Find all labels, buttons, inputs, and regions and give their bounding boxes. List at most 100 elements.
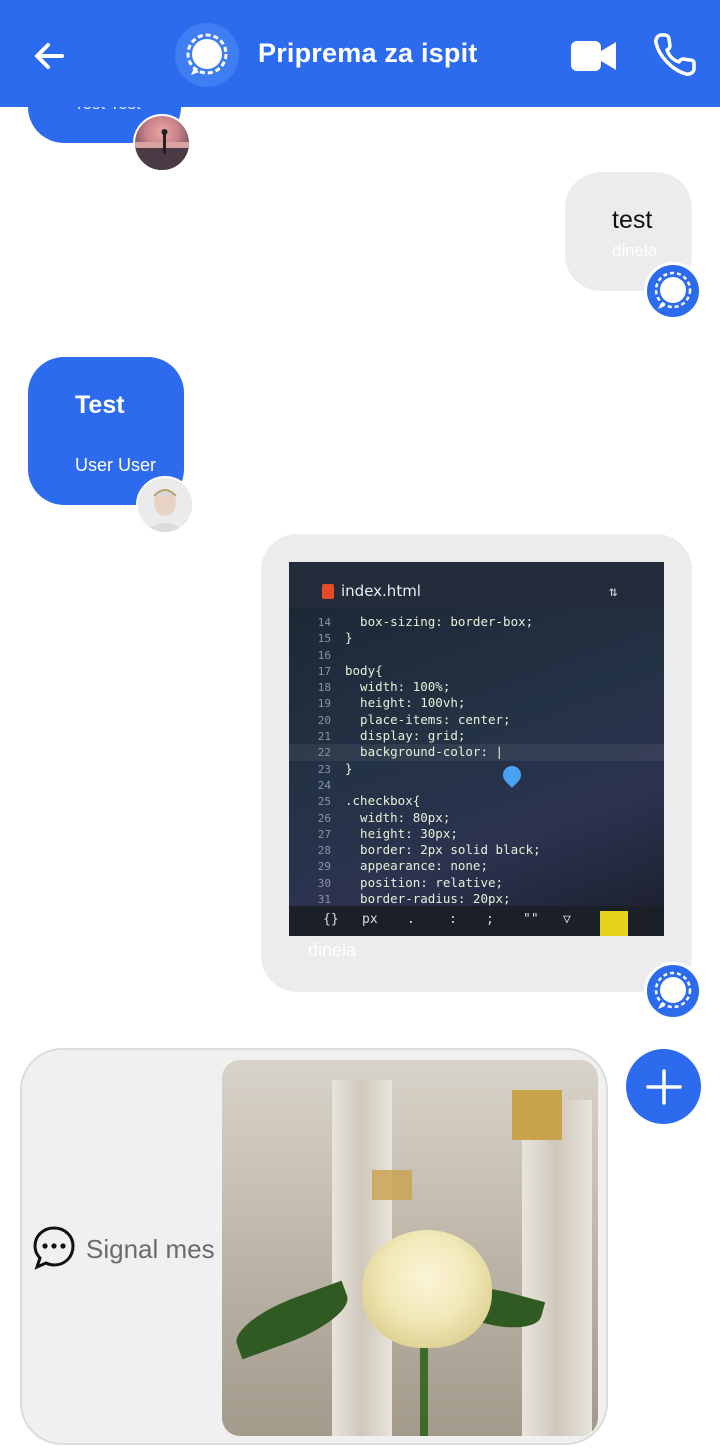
message-input[interactable]: Signal message [86, 1234, 214, 1265]
group-avatar[interactable] [175, 23, 239, 87]
editor-file-name: index.html [341, 582, 421, 600]
code-line: 20 place-items: center; [289, 712, 664, 728]
line-number: 29 [317, 860, 331, 874]
editor-key: {} [323, 912, 339, 927]
code-text: place-items: center; [345, 711, 511, 727]
arrow-left-icon [35, 43, 64, 69]
message-composer[interactable]: Signal message [20, 1048, 608, 1445]
editor-key: "" [523, 912, 539, 927]
line-number: 21 [317, 730, 331, 744]
code-text: body{ [345, 662, 383, 678]
portrait-photo-icon [138, 478, 192, 532]
code-line: 28 border: 2px solid black; [289, 842, 664, 858]
line-number: 24 [317, 778, 331, 792]
code-line: 26 width: 80px; [289, 810, 664, 826]
line-number: 23 [317, 762, 331, 776]
code-text: appearance: none; [345, 858, 488, 874]
code-line: 30 position: relative; [289, 875, 664, 891]
message-sender: User User [75, 455, 157, 475]
line-number: 17 [317, 664, 331, 678]
line-number: 20 [317, 713, 331, 727]
code-text: box-sizing: border-box; [345, 614, 534, 629]
attachment-preview-rose[interactable] [222, 1060, 598, 1436]
editor-key: . [407, 912, 415, 927]
photo-ornament [512, 1090, 562, 1140]
sender-avatar-sunset[interactable] [133, 114, 191, 172]
line-number: 14 [317, 616, 331, 629]
conversation-header: Priprema za ispit [0, 0, 720, 107]
line-number: 16 [317, 648, 331, 662]
back-button[interactable] [28, 34, 72, 78]
chat-screen: Priprema za ispit Test Test test dinela [0, 0, 720, 1453]
signal-logo-icon [654, 971, 692, 1009]
add-attachment-button[interactable] [626, 1049, 701, 1124]
signal-logo-icon [654, 271, 692, 309]
color-swatch-key [600, 911, 628, 936]
video-camera-icon [571, 41, 616, 71]
rose-stem [420, 1340, 428, 1436]
code-line: 25 .checkbox{ [289, 793, 664, 809]
line-number: 28 [317, 844, 331, 858]
code-text: display: grid; [345, 728, 466, 744]
code-line: 22 background-color: | [289, 744, 664, 761]
sort-icon: ⇅ [609, 584, 618, 600]
sender-avatar-signal[interactable] [644, 262, 702, 320]
line-number: 25 [317, 795, 331, 809]
code-line: 31 border-radius: 20px; [289, 891, 664, 907]
sunset-photo-icon [135, 129, 189, 170]
voice-call-button[interactable] [652, 32, 698, 78]
editor-key: ▽ [563, 912, 571, 927]
code-lines: 14 box-sizing: border-box; 15} 16 17 body{18… [289, 614, 664, 907]
code-text: height: 100vh; [345, 695, 466, 711]
message-bubble-icon [33, 1226, 75, 1270]
editor-key: : [449, 912, 457, 927]
code-text: border-radius: 20px; [345, 891, 511, 907]
code-text: border: 2px solid black; [345, 842, 541, 858]
editor-key: ; [486, 912, 494, 927]
code-line: 19 height: 100vh; [289, 695, 664, 711]
line-number: 26 [317, 811, 331, 825]
video-call-button[interactable] [570, 36, 618, 76]
sender-avatar-portrait[interactable] [136, 476, 194, 534]
code-text: width: 80px; [345, 809, 451, 825]
editor-key: px [362, 912, 378, 927]
code-line: 21 display: grid; [289, 728, 664, 744]
signal-logo-icon [186, 33, 228, 75]
line-number: 15 [317, 632, 331, 646]
message-sender: dinela [308, 940, 357, 960]
code-line: 29 appearance: none; [289, 858, 664, 874]
line-number: 27 [317, 827, 331, 841]
plus-icon [645, 1068, 682, 1105]
code-text: background-color: | [345, 744, 504, 760]
code-text: height: 30px; [345, 825, 458, 841]
conversation-title[interactable]: Priprema za ispit [258, 38, 477, 69]
code-line: 18 width: 100%; [289, 679, 664, 695]
line-number: 22 [317, 746, 331, 760]
code-text: width: 100%; [345, 679, 451, 695]
code-text: } [345, 760, 353, 776]
html-file-icon [322, 584, 334, 599]
code-line: 17 body{ [289, 663, 664, 679]
code-line: 16 [289, 647, 664, 663]
code-text: .checkbox{ [345, 793, 421, 809]
message-text: test [612, 206, 653, 234]
sender-avatar-signal[interactable] [644, 962, 702, 1020]
phone-icon [654, 33, 696, 76]
code-line: 24 [289, 777, 664, 793]
code-line: 23} [289, 761, 664, 777]
code-line: 14 box-sizing: border-box; [289, 614, 664, 630]
message-bubble-outgoing-image[interactable]: index.html ⇅ 14 box-sizing: border-box; 1… [261, 534, 692, 992]
line-number: 30 [317, 876, 331, 890]
line-number: 18 [317, 681, 331, 695]
code-text: position: relative; [345, 874, 504, 890]
line-number: 19 [317, 697, 331, 711]
code-text: } [345, 630, 353, 646]
code-line: 15} [289, 630, 664, 646]
rose-flower [362, 1230, 492, 1348]
photo-pillar [522, 1100, 592, 1436]
photo-ornament [372, 1170, 412, 1200]
line-number: 31 [317, 893, 331, 907]
code-line: 27 height: 30px; [289, 826, 664, 842]
message-sender: dinela [612, 241, 658, 260]
message-image-code-screenshot[interactable]: index.html ⇅ 14 box-sizing: border-box; 1… [289, 562, 664, 936]
